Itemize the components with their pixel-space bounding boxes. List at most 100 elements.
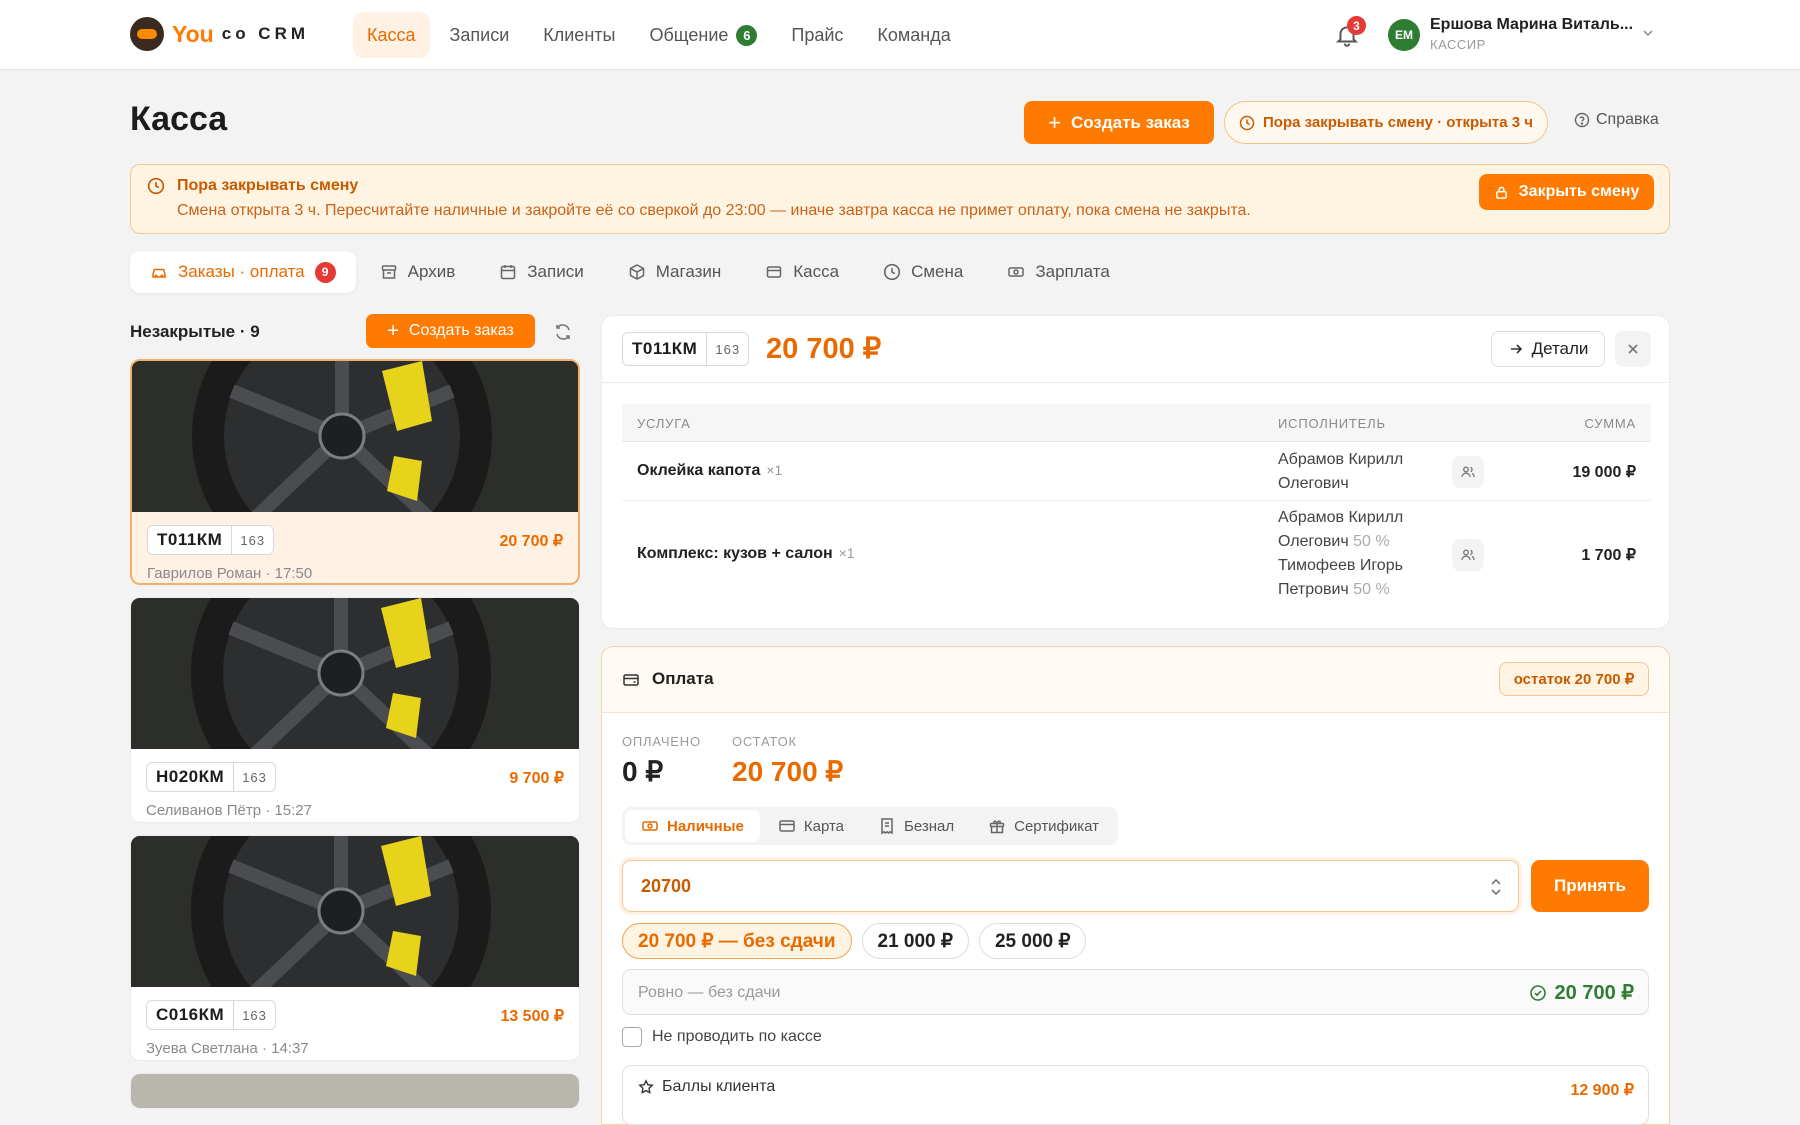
paid-label: ОПЛАЧЕНО <box>622 734 701 749</box>
tab-label: Магазин <box>655 262 722 281</box>
receipt-icon <box>881 818 893 835</box>
archive-icon <box>381 265 396 279</box>
tab-shop[interactable]: Магазин <box>608 251 742 293</box>
avatar[interactable]: ЕМ <box>1388 19 1420 51</box>
help-icon <box>1574 112 1590 128</box>
order-sum: 20 700 ₽ <box>499 533 563 550</box>
plate-region: 163 <box>231 526 273 554</box>
order-client: Зуева Светлана · 14:37 <box>146 1040 309 1057</box>
tab-shift[interactable]: Смена <box>863 251 983 293</box>
user-name[interactable]: Ершова Марина Виталь... <box>1430 16 1633 34</box>
stepper-icon[interactable] <box>1489 875 1503 899</box>
client-points[interactable]: Баллы клиента 12 900 ₽ <box>622 1065 1649 1125</box>
tab-archive[interactable]: Архив <box>360 251 476 293</box>
payment-methods: Наличные Карта Безнал Сертификат <box>622 807 1119 845</box>
order-client: Гаврилов Роман · 17:50 <box>147 565 313 582</box>
method-cash[interactable]: Наличные <box>625 810 760 842</box>
assign-executor-button[interactable] <box>1452 539 1484 571</box>
method-cashless[interactable]: Безнал <box>862 810 970 842</box>
no-register-label: Не проводить по кассе <box>652 1028 822 1045</box>
shift-status-button[interactable]: Пора закрывать смену · открыта 3 ч <box>1224 101 1548 144</box>
arrow-right-icon <box>1510 344 1522 354</box>
paid-value: 0 ₽ <box>622 756 664 787</box>
tab-label: Архив <box>407 262 456 281</box>
col-executor: ИСПОЛНИТЕЛЬ <box>1278 416 1386 431</box>
refresh-icon[interactable] <box>553 322 573 342</box>
tab-label: Зарплата <box>1035 262 1110 281</box>
amount-input[interactable] <box>622 860 1519 912</box>
nav-label: Команда <box>877 24 951 45</box>
plate-number: Т011КМ <box>157 530 223 549</box>
service-name: Оклейка капота ×1 <box>637 462 782 480</box>
order-card[interactable]: С016КМ 163 13 500 ₽ Зуева Светлана · 14:3… <box>130 835 580 1061</box>
create-order-button[interactable]: + Создать заказ <box>1024 101 1214 144</box>
tab-salary[interactable]: Зарплата <box>987 251 1129 293</box>
order-card[interactable] <box>130 1073 580 1109</box>
plus-icon: + <box>1048 109 1061 135</box>
executor-name2: Олегович <box>1278 475 1349 492</box>
order-plate-wrap: Т011КМ 163 <box>622 332 750 366</box>
plate-number: Т011КМ <box>632 339 698 358</box>
change-label: Ровно — без сдачи <box>638 984 781 1001</box>
plus-icon: + <box>387 319 399 342</box>
car-icon <box>152 268 166 278</box>
tab-appointments[interactable]: Записи <box>479 251 603 293</box>
points-label-wrap: Баллы клиента <box>638 1078 775 1096</box>
box-icon <box>629 264 644 280</box>
change-summary: Ровно — без сдачи 20 700 ₽ <box>622 969 1649 1015</box>
nav-price[interactable]: Прайс <box>777 12 857 58</box>
quick-amount-exact[interactable]: 20 700 ₽ — без сдачи <box>622 923 852 959</box>
plate-number: С016КМ <box>156 1005 225 1024</box>
create-order-button-small[interactable]: + Создать заказ <box>366 314 535 348</box>
page-title: Касса <box>130 100 228 138</box>
table-row: Оклейка капота ×1 Абрамов Кирилл Олегович… <box>622 443 1651 501</box>
service-qty: ×1 <box>838 545 855 561</box>
order-detail: Т011КМ 163 20 700 ₽ Детали УСЛУГА ИСПОЛНИ… <box>601 315 1670 629</box>
nav-appointments[interactable]: Записи <box>436 12 524 58</box>
assign-executor-button[interactable] <box>1452 456 1484 488</box>
tab-orders-payment[interactable]: Заказы · оплата 9 <box>130 251 356 293</box>
method-label: Безнал <box>904 817 955 835</box>
accept-payment-button[interactable]: Принять <box>1531 860 1649 912</box>
remaining-value: 20 700 ₽ <box>732 756 844 787</box>
nav-kassa[interactable]: Касса <box>353 12 430 58</box>
chevron-down-icon[interactable] <box>1640 25 1656 41</box>
main-nav: Касса Записи Клиенты Общение 6 Прайс Кома… <box>353 12 965 58</box>
quick-amount-21000[interactable]: 21 000 ₽ <box>861 923 969 959</box>
help-link[interactable]: Справка <box>1574 111 1659 129</box>
method-card[interactable]: Карта <box>762 810 860 842</box>
service-name: Комплекс: кузов + салон ×1 <box>637 545 855 563</box>
col-service: УСЛУГА <box>637 416 691 431</box>
gift-icon <box>989 820 1005 834</box>
app-logo[interactable]: You co CRM <box>130 17 309 51</box>
alert-text: Смена открыта 3 ч. Пересчитайте наличные… <box>177 202 1251 219</box>
close-shift-label: Закрыть смену <box>1518 183 1640 200</box>
clock-icon <box>883 263 901 281</box>
no-register-checkbox[interactable] <box>622 1027 642 1047</box>
no-register-row[interactable]: Не проводить по кассе <box>622 1027 822 1047</box>
method-label: Сертификат <box>1014 817 1100 835</box>
order-card[interactable]: Т011КМ 163 20 700 ₽ Гаврилов Роман · 17:5… <box>130 359 580 585</box>
method-certificate[interactable]: Сертификат <box>972 810 1115 842</box>
quick-amount-25000[interactable]: 25 000 ₽ <box>978 923 1087 959</box>
create-order-label: Создать заказ <box>408 322 514 339</box>
nav-team[interactable]: Команда <box>863 12 964 58</box>
order-card[interactable]: Н020КМ 163 9 700 ₽ Селиванов Пётр · 15:27 <box>130 597 580 823</box>
shift-alert: Пора закрывать смену Смена открыта 3 ч. … <box>130 164 1670 234</box>
wallet-icon <box>623 674 639 686</box>
details-button[interactable]: Детали <box>1491 331 1605 367</box>
close-button[interactable] <box>1615 331 1651 367</box>
tab-register[interactable]: Касса <box>745 251 859 293</box>
nav-clients[interactable]: Клиенты <box>529 12 629 58</box>
close-shift-button[interactable]: Закрыть смену <box>1479 174 1654 210</box>
service-amount: 1 700 ₽ <box>1581 547 1636 564</box>
executor-name2-wrap: Петрович 50 % <box>1278 578 1403 602</box>
nav-messages[interactable]: Общение 6 <box>635 12 771 58</box>
star-icon <box>638 1079 654 1094</box>
plate: Т011КМ 163 <box>147 525 275 555</box>
car-photo <box>132 361 578 512</box>
top-bar: You co CRM Касса Записи Клиенты Общение 6… <box>0 0 1800 70</box>
order-total: 20 700 ₽ <box>766 333 882 365</box>
cash-icon <box>1008 267 1025 277</box>
method-label: Наличные <box>667 817 744 835</box>
